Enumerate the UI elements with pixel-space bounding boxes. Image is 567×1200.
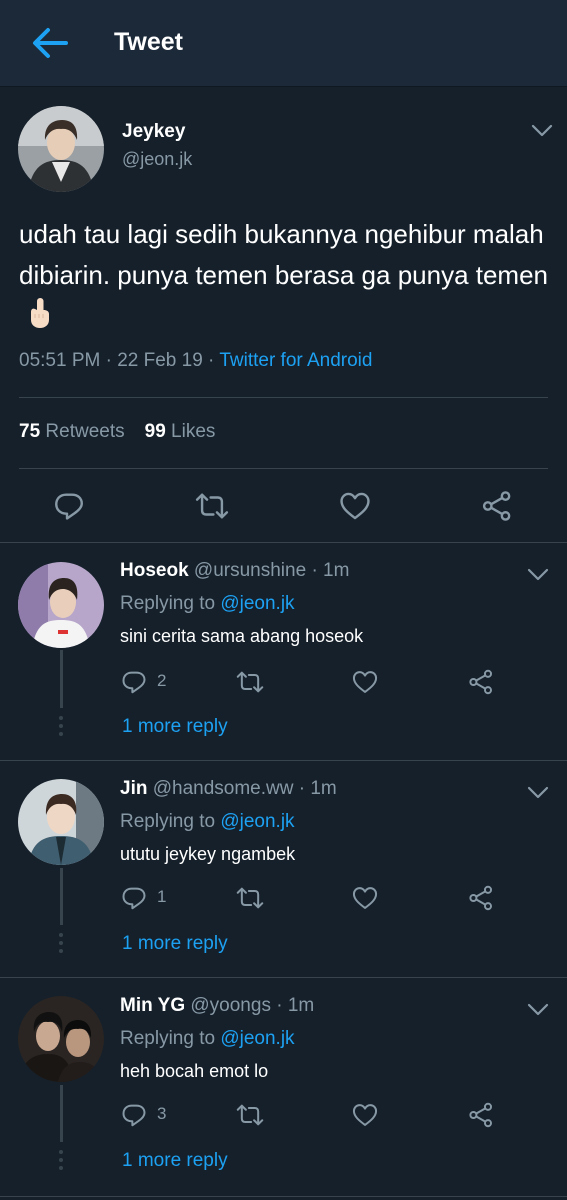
share-icon[interactable] <box>467 668 495 696</box>
middle-finger-emoji <box>27 297 53 341</box>
like-icon[interactable] <box>351 668 379 696</box>
avatar[interactable] <box>18 562 104 648</box>
share-icon[interactable] <box>467 1101 495 1129</box>
thread-dot <box>59 1150 63 1154</box>
author-handle[interactable]: @jeon.jk <box>122 149 192 170</box>
author-name[interactable]: Jeykey <box>122 121 185 143</box>
thread-line <box>60 868 63 925</box>
more-replies-link[interactable]: 1 more reply <box>122 716 228 738</box>
share-icon[interactable] <box>480 489 514 523</box>
replying-to: Replying to @jeon.jk <box>120 811 295 832</box>
retweet-icon[interactable] <box>236 884 264 912</box>
author-name[interactable]: Hoseok <box>120 560 189 581</box>
reply-text: heh bocah emot lo <box>120 1061 269 1081</box>
chevron-down-icon[interactable] <box>527 568 549 582</box>
avatar[interactable] <box>18 106 104 192</box>
divider <box>19 397 548 398</box>
divider <box>0 1196 567 1197</box>
retweet-icon[interactable] <box>236 1101 264 1129</box>
retweet-icon[interactable] <box>195 489 229 523</box>
divider <box>19 468 548 469</box>
replying-to: Replying to @jeon.jk <box>120 1028 295 1049</box>
reply-text: sini cerita sama abang hoseok <box>120 626 364 646</box>
tweet-text: udah tau lagi sedih bukannya ngehibur ma… <box>19 214 549 341</box>
reply-count: 1 <box>157 887 167 906</box>
divider <box>0 760 567 761</box>
page-title: Tweet <box>114 28 183 56</box>
thread-dot <box>59 941 63 945</box>
thread-dot <box>59 1158 63 1162</box>
divider <box>0 977 567 978</box>
chevron-down-icon[interactable] <box>527 1003 549 1017</box>
reply-text: ututu jeykey ngambek <box>120 844 296 864</box>
author-handle-time: @yoongs · 1m <box>190 995 315 1016</box>
avatar[interactable] <box>18 996 104 1082</box>
client-link[interactable]: Twitter for Android <box>219 350 372 371</box>
mention-link[interactable]: @jeon.jk <box>220 593 294 614</box>
thread-line <box>60 650 63 708</box>
reply-icon[interactable] <box>120 884 148 912</box>
author-name[interactable]: Min YG <box>120 995 185 1016</box>
reply-icon[interactable] <box>52 489 86 523</box>
like-icon[interactable] <box>351 1101 379 1129</box>
share-icon[interactable] <box>467 884 495 912</box>
tweet-stats: 75 Retweets 99 Likes <box>19 421 215 443</box>
tweet-meta: 05:51 PM · 22 Feb 19 · Twitter for Andro… <box>19 350 373 371</box>
mention-link[interactable]: @jeon.jk <box>220 811 294 832</box>
reply-count: 3 <box>157 1104 167 1123</box>
main-tweet: Jeykey @jeon.jk udah tau lagi sedih buka… <box>0 88 567 560</box>
reply-icon[interactable] <box>120 1101 148 1129</box>
mention-link[interactable]: @jeon.jk <box>220 1028 294 1049</box>
divider <box>0 542 567 543</box>
thread-dot <box>59 949 63 953</box>
arrow-left-icon[interactable] <box>30 25 70 61</box>
thread-dot <box>59 1166 63 1170</box>
thread-dot <box>59 732 63 736</box>
like-icon[interactable] <box>338 489 372 523</box>
retweets-stat[interactable]: 75 Retweets <box>19 421 125 442</box>
thread-dot <box>59 933 63 937</box>
retweet-icon[interactable] <box>236 668 264 696</box>
author-handle-time: @handsome.ww · 1m <box>152 778 337 799</box>
thread-dot <box>59 716 63 720</box>
top-bar: Tweet <box>0 0 567 87</box>
like-icon[interactable] <box>351 884 379 912</box>
likes-stat[interactable]: 99 Likes <box>145 421 216 442</box>
chevron-down-icon[interactable] <box>531 124 553 138</box>
replying-to: Replying to @jeon.jk <box>120 593 295 614</box>
more-replies-link[interactable]: 1 more reply <box>122 933 228 955</box>
author-handle-time: @ursunshine · 1m <box>193 560 350 581</box>
chevron-down-icon[interactable] <box>527 786 549 800</box>
more-replies-link[interactable]: 1 more reply <box>122 1150 228 1172</box>
reply-count: 2 <box>157 671 167 690</box>
reply-icon[interactable] <box>120 668 148 696</box>
thread-dot <box>59 724 63 728</box>
thread-line <box>60 1085 63 1142</box>
avatar[interactable] <box>18 779 104 865</box>
author-name[interactable]: Jin <box>120 778 147 799</box>
